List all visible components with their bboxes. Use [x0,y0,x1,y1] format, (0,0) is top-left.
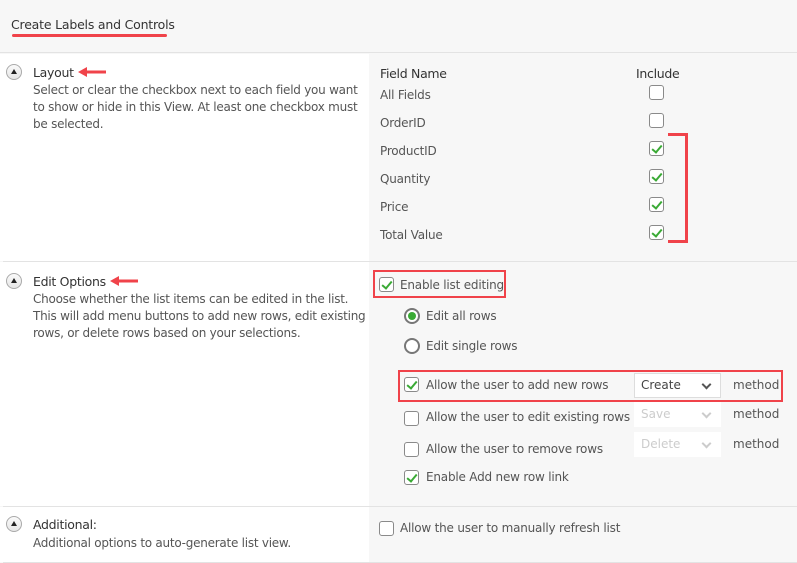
enable-list-editing-label: Enable list editing [400,278,504,292]
add-rows-method-select[interactable]: Create [634,373,721,398]
layout-section-description: Select or clear the checkbox next to eac… [33,83,358,131]
page-header: Create Labels and Controls [0,0,797,53]
field-label-all-fields: All Fields [380,88,431,102]
allow-edit-rows-checkbox[interactable] [404,411,419,426]
edit-rows-method-value: Save [641,407,671,421]
include-checkbox-quantity[interactable] [649,169,664,184]
remove-rows-method-value: Delete [641,437,681,451]
field-label-orderid: OrderID [380,116,426,130]
field-name-column-header: Field Name [380,66,447,81]
remove-rows-method-select: Delete [634,432,721,457]
edit-single-rows-radio[interactable] [404,338,420,354]
include-checkbox-orderid[interactable] [649,113,664,128]
edit-all-rows-radio[interactable] [404,308,420,324]
red-arrow-annotation-icon [78,67,106,77]
red-arrow-annotation-icon [110,276,138,286]
edit-options-description: Choose whether the list items can be edi… [33,292,366,340]
manual-refresh-checkbox[interactable] [379,521,394,536]
allow-add-rows-checkbox[interactable] [404,377,419,392]
include-checkbox-all-fields[interactable] [649,85,664,100]
enable-add-new-row-link-label: Enable Add new row link [426,470,569,484]
include-checkbox-price[interactable] [649,197,664,212]
additional-section-title: Additional: [33,517,97,532]
collapse-layout-icon[interactable] [6,64,22,80]
field-label-price: Price [380,200,409,214]
chevron-down-icon [701,379,712,390]
enable-list-editing-checkbox[interactable] [379,277,394,292]
edit-rows-method-select: Save [634,402,721,427]
bracket-annotation [668,133,688,243]
manual-refresh-label: Allow the user to manually refresh list [400,521,621,535]
include-checkbox-productid[interactable] [649,141,664,156]
allow-add-rows-label: Allow the user to add new rows [426,378,609,392]
edit-options-section-title: Edit Options [33,274,106,289]
field-label-total-value: Total Value [380,228,443,242]
layout-section-title: Layout [33,65,74,80]
field-label-quantity: Quantity [380,172,431,186]
add-rows-method-value: Create [641,378,681,392]
enable-add-new-row-link-checkbox[interactable] [404,470,419,485]
additional-section-description: Additional options to auto-generate list… [33,536,291,550]
page-title: Create Labels and Controls [11,17,175,32]
collapse-additional-icon[interactable] [6,516,22,532]
include-column-header: Include [636,66,680,81]
remove-rows-method-suffix: method [733,437,780,451]
edit-single-rows-label: Edit single rows [426,339,518,353]
edit-rows-method-suffix: method [733,407,780,421]
chevron-down-icon [701,438,712,449]
chevron-down-icon [701,408,712,419]
edit-all-rows-label: Edit all rows [426,309,497,323]
allow-remove-rows-label: Allow the user to remove rows [426,442,603,456]
allow-remove-rows-checkbox[interactable] [404,442,419,457]
allow-edit-rows-label: Allow the user to edit existing rows [426,410,630,424]
title-underline-annotation [12,34,167,37]
collapse-edit-options-icon[interactable] [6,273,22,289]
field-label-productid: ProductID [380,144,437,158]
add-rows-method-suffix: method [733,378,780,392]
include-checkbox-total-value[interactable] [649,225,664,240]
